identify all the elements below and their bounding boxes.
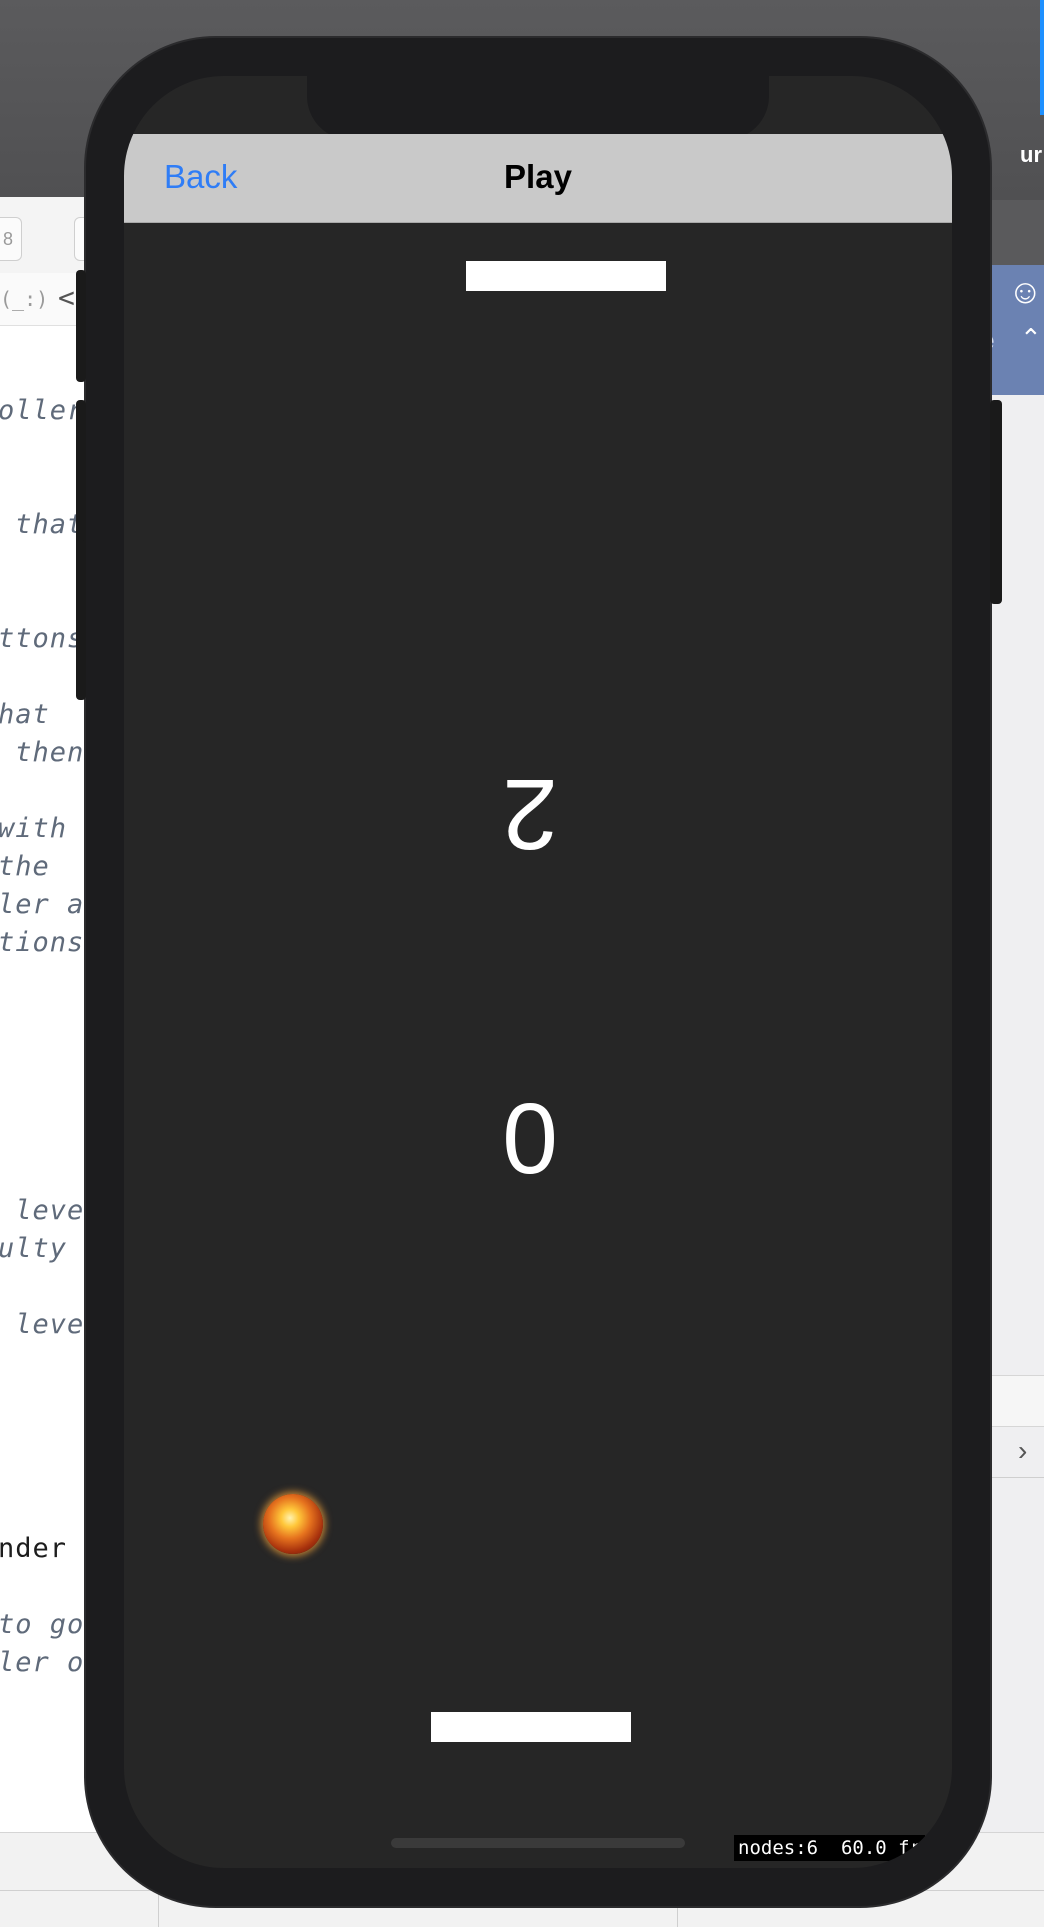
- home-indicator[interactable]: [391, 1838, 685, 1848]
- code-line: ulty: [0, 1233, 68, 1264]
- volume-up-button: [76, 400, 86, 560]
- fireball: [263, 1494, 323, 1554]
- game-screen[interactable]: Back Play 2 0 nodes:6 60.0 fr: [124, 76, 952, 1868]
- power-button: [990, 400, 1002, 604]
- window-edge-accent: [1040, 0, 1044, 115]
- chevron-up-icon[interactable]: ⌃: [1020, 323, 1042, 354]
- chevron-left-icon[interactable]: <: [58, 281, 75, 314]
- divider: [158, 1891, 159, 1927]
- page-title: Play: [504, 158, 572, 195]
- code-line: tions: [0, 927, 85, 958]
- debug-stats: nodes:6 60.0 fr: [734, 1835, 926, 1861]
- code-line: oller: [0, 395, 85, 426]
- opponent-paddle: [466, 261, 666, 291]
- code-line: that: [0, 509, 85, 540]
- background-window-title: ur: [1020, 142, 1042, 167]
- smiley-icon[interactable]: ☺: [1008, 273, 1043, 312]
- code-line: ttons: [0, 623, 85, 654]
- toolbar-button[interactable]: 8: [0, 217, 22, 261]
- top-score: 2: [502, 758, 558, 870]
- code-line: then: [0, 737, 85, 768]
- code-line: hat: [0, 699, 50, 730]
- chevron-right-icon[interactable]: ›: [1018, 1435, 1027, 1467]
- volume-down-button: [76, 540, 86, 700]
- code-line: the: [0, 851, 50, 882]
- jump-bar-crumb[interactable]: (_:): [0, 287, 48, 311]
- player-paddle[interactable]: [431, 1712, 631, 1742]
- bottom-score: 0: [502, 1083, 558, 1195]
- code-line: ler o: [0, 1647, 85, 1678]
- notch: [307, 76, 769, 140]
- silent-switch: [76, 270, 86, 382]
- code-line: to go: [0, 1609, 85, 1640]
- navigation-bar: Back Play: [124, 134, 952, 223]
